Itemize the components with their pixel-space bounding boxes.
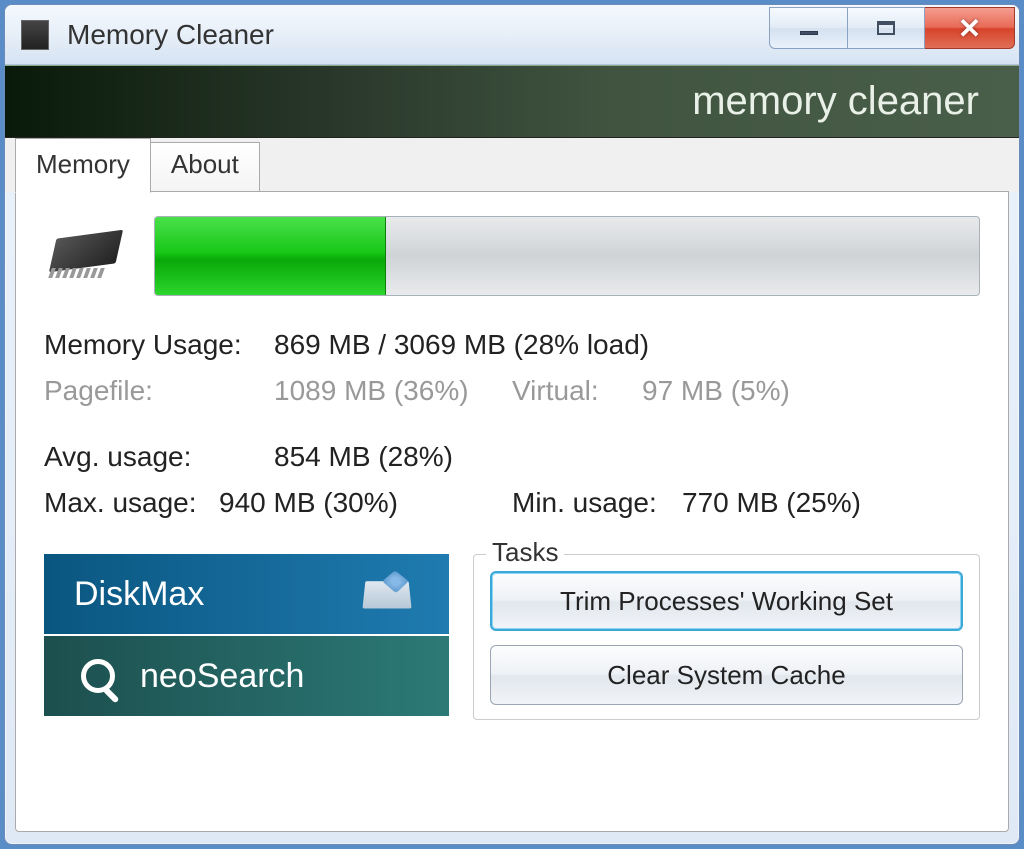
min-label: Min. usage: bbox=[512, 482, 682, 524]
memory-progress-fill bbox=[155, 217, 386, 295]
memory-progress-bar bbox=[154, 216, 980, 296]
disk-icon bbox=[363, 570, 411, 618]
diskmax-label: DiskMax bbox=[74, 575, 363, 614]
minimize-button[interactable] bbox=[769, 7, 847, 49]
titlebar: Memory Cleaner ✕ bbox=[5, 5, 1019, 65]
clear-cache-button[interactable]: Clear System Cache bbox=[490, 645, 963, 705]
pagefile-label: Pagefile: bbox=[44, 370, 274, 412]
tab-about[interactable]: About bbox=[150, 142, 260, 192]
window-title: Memory Cleaner bbox=[67, 19, 274, 51]
neosearch-promo[interactable]: neoSearch bbox=[44, 636, 449, 716]
trim-processes-button[interactable]: Trim Processes' Working Set bbox=[490, 571, 963, 631]
tab-memory[interactable]: Memory bbox=[15, 138, 151, 193]
bottom-row: DiskMax neoSearch Tasks Trim Processes' … bbox=[44, 554, 980, 720]
banner: memory cleaner bbox=[5, 65, 1019, 138]
diskmax-promo[interactable]: DiskMax bbox=[44, 554, 449, 634]
avg-value: 854 MB (28%) bbox=[274, 436, 453, 478]
tab-content-memory: Memory Usage: 869 MB / 3069 MB (28% load… bbox=[15, 191, 1009, 832]
memory-stats: Memory Usage: 869 MB / 3069 MB (28% load… bbox=[44, 324, 980, 524]
neosearch-label: neoSearch bbox=[140, 657, 304, 696]
memory-bar-row bbox=[44, 216, 980, 296]
banner-text: memory cleaner bbox=[692, 79, 979, 124]
promo-column: DiskMax neoSearch bbox=[44, 554, 449, 720]
usage-value: 869 MB / 3069 MB (28% load) bbox=[274, 324, 649, 366]
app-icon bbox=[17, 17, 53, 53]
virtual-label: Virtual: bbox=[512, 370, 642, 412]
close-button[interactable]: ✕ bbox=[925, 7, 1015, 49]
usage-label: Memory Usage: bbox=[44, 324, 274, 366]
tab-bar: Memory About bbox=[5, 138, 1019, 192]
maximize-button[interactable] bbox=[847, 7, 925, 49]
magnifier-icon bbox=[74, 652, 122, 700]
tasks-legend: Tasks bbox=[486, 537, 564, 568]
max-label: Max. usage: bbox=[44, 482, 219, 524]
min-value: 770 MB (25%) bbox=[682, 482, 861, 524]
pagefile-value: 1089 MB (36%) bbox=[274, 370, 469, 412]
window-controls: ✕ bbox=[769, 7, 1015, 49]
app-window: Memory Cleaner ✕ memory cleaner Memory A… bbox=[4, 4, 1020, 845]
chip-icon bbox=[44, 226, 124, 286]
virtual-value: 97 MB (5%) bbox=[642, 370, 790, 412]
max-value: 940 MB (30%) bbox=[219, 482, 398, 524]
tasks-group: Tasks Trim Processes' Working Set Clear … bbox=[473, 554, 980, 720]
avg-label: Avg. usage: bbox=[44, 436, 274, 478]
